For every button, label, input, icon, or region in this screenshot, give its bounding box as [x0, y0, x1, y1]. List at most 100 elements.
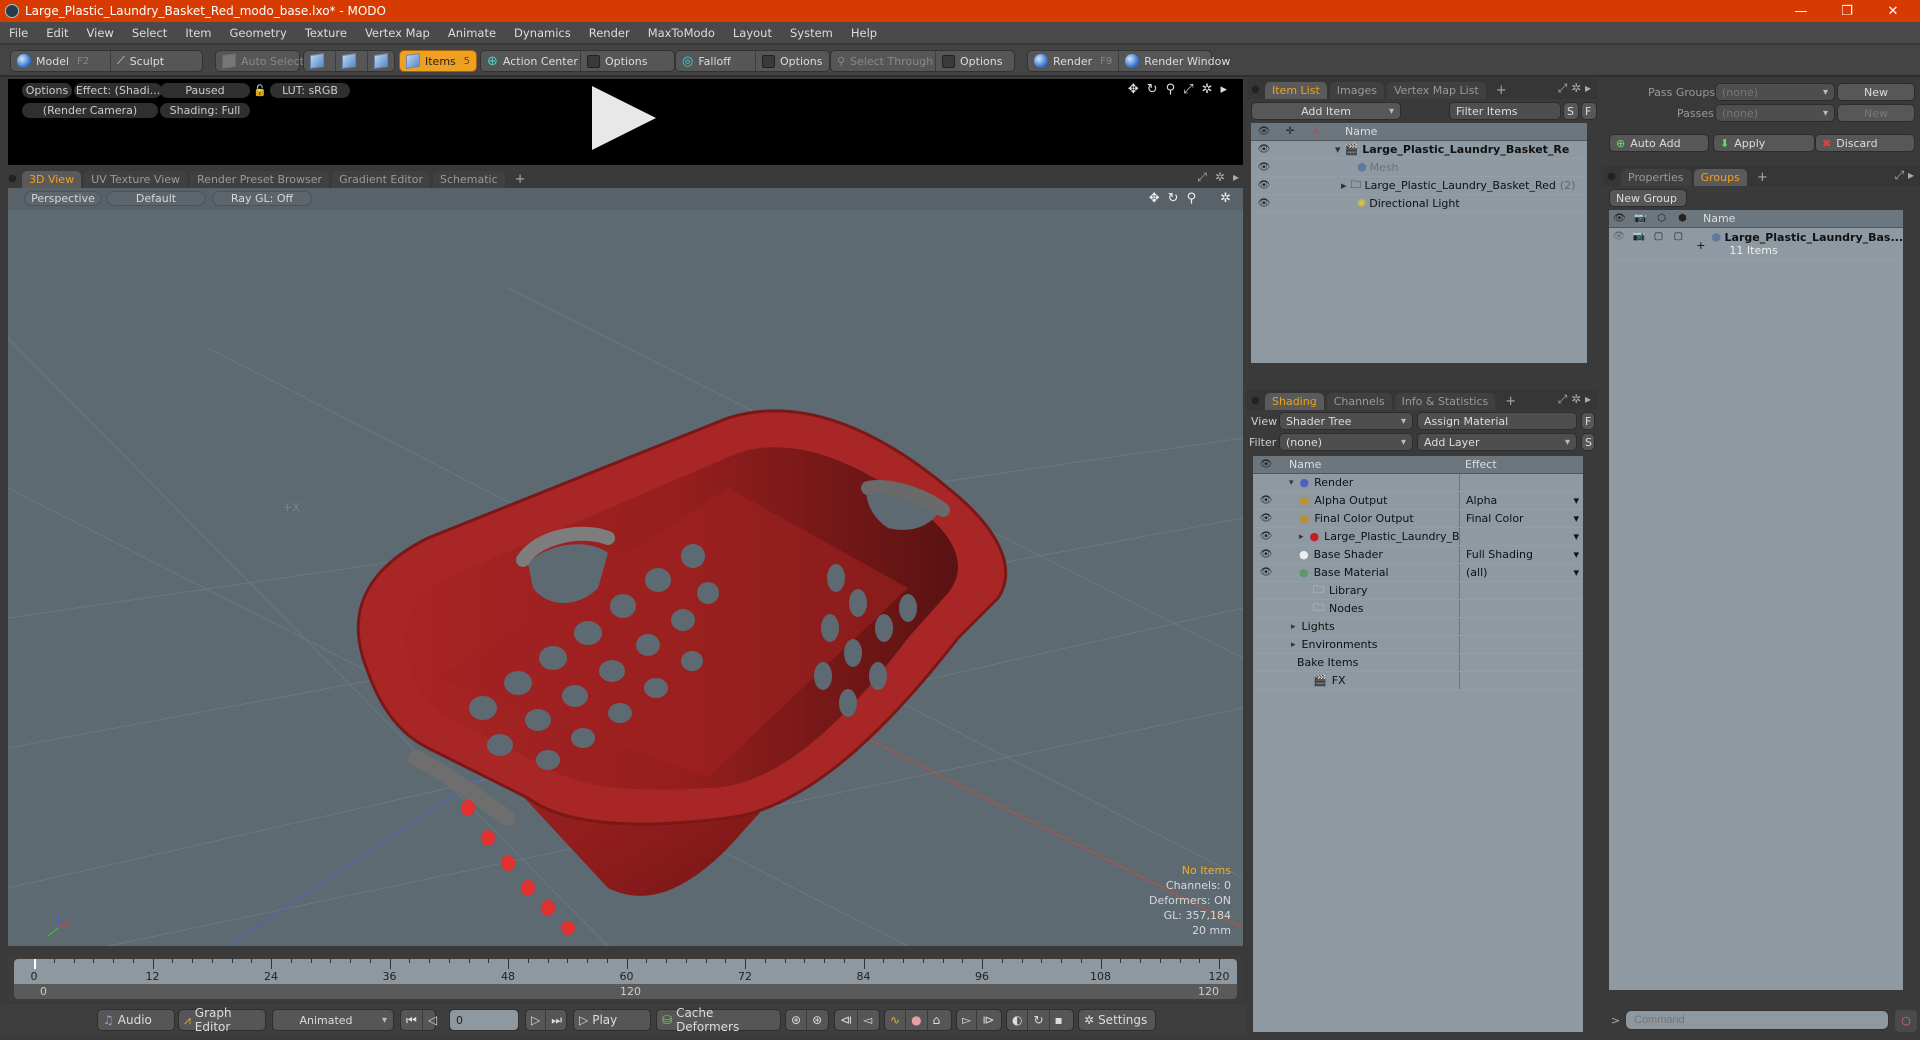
- timeline-range-bar[interactable]: 0 120 120: [14, 984, 1237, 999]
- preview-paused-button[interactable]: Paused: [160, 83, 250, 98]
- projection-dropdown[interactable]: Perspective: [24, 191, 102, 206]
- menu-file[interactable]: File: [0, 26, 37, 40]
- cache-deformers-button[interactable]: ⛁ Cache Deformers: [656, 1006, 781, 1034]
- shader-row[interactable]: 👁 ● Base Shader Full Shading ▾: [1253, 546, 1583, 564]
- apply-button[interactable]: ⬇ Apply: [1713, 134, 1815, 152]
- add-item-dropdown[interactable]: Add Item: [1251, 102, 1401, 120]
- preview-options-button[interactable]: Options: [22, 83, 72, 98]
- render-window-button[interactable]: Render Window: [1119, 51, 1236, 71]
- menu-texture[interactable]: Texture: [296, 26, 356, 40]
- next-keyframe-icon[interactable]: ⧐: [977, 1010, 999, 1030]
- tab-properties[interactable]: Properties: [1621, 169, 1691, 186]
- eye-icon[interactable]: 👁: [1253, 549, 1279, 560]
- lut-dropdown[interactable]: LUT: sRGB: [270, 83, 350, 98]
- collapse-arrow-icon[interactable]: ▾: [1289, 478, 1294, 488]
- new-pass-button[interactable]: New: [1837, 104, 1915, 122]
- tab-item-list[interactable]: Item List: [1265, 82, 1327, 99]
- chevron-down-icon[interactable]: ▾: [1573, 548, 1579, 561]
- animated-dropdown[interactable]: Animated: [272, 1009, 394, 1031]
- timeline-ruler[interactable]: 0 12 24 36 48 60 72 84 96 108 120: [14, 959, 1237, 984]
- zoom-icon[interactable]: ⚲: [1166, 82, 1176, 97]
- shader-row[interactable]: 🗀 Nodes: [1253, 600, 1583, 618]
- panel-controls-icon[interactable]: ⤢ ✲ ▸: [1558, 392, 1591, 407]
- falloff-button[interactable]: ◎ Falloff: [676, 51, 756, 71]
- menu-layout[interactable]: Layout: [724, 26, 781, 40]
- key-channels-icon[interactable]: ⌂: [928, 1010, 946, 1030]
- menu-vertex-map[interactable]: Vertex Map: [356, 26, 439, 40]
- tab-uv-texture-view[interactable]: UV Texture View: [84, 171, 188, 188]
- minimize-button[interactable]: —: [1778, 0, 1824, 22]
- pass-groups-dropdown[interactable]: (none): [1715, 83, 1835, 101]
- render-button[interactable]: Render F9: [1028, 51, 1120, 71]
- graph-editor-button[interactable]: ⩘ Graph Editor: [178, 1006, 266, 1034]
- menu-view[interactable]: View: [78, 26, 123, 40]
- prev-key-icon[interactable]: ◁: [423, 1010, 442, 1030]
- eye-icon[interactable]: 👁: [1609, 231, 1629, 242]
- record-macro-icon[interactable]: ○: [1895, 1010, 1917, 1032]
- collapse-arrow-icon[interactable]: ▾: [1335, 143, 1341, 156]
- eye-icon[interactable]: 👁: [1251, 198, 1277, 209]
- select-through-button[interactable]: ⚲ Select Through: [831, 51, 936, 71]
- raygl-dropdown[interactable]: Ray GL: Off: [212, 191, 312, 206]
- eye-icon[interactable]: 👁: [1251, 162, 1277, 173]
- sculpt-mode-button[interactable]: ⟋ Sculpt: [111, 51, 170, 71]
- maximize-icon[interactable]: ⤢: [1183, 82, 1193, 97]
- pan-icon[interactable]: ✥: [1149, 191, 1160, 206]
- expand-arrow-icon[interactable]: ▸: [1233, 170, 1239, 185]
- s-button[interactable]: S: [1563, 102, 1579, 120]
- current-frame-marker[interactable]: [34, 959, 36, 969]
- item-row[interactable]: 👁 ▾ 🎬 Large_Plastic_Laundry_Basket_Re: [1251, 141, 1587, 159]
- chevron-down-icon[interactable]: ▾: [1573, 512, 1579, 525]
- gear-icon[interactable]: ✲: [1215, 170, 1225, 185]
- last-frame-icon[interactable]: ⏭: [546, 1010, 567, 1030]
- group-row[interactable]: 👁 📷 ▢ ▢ + ⬢ Large_Plastic_Laundry_Bas...…: [1609, 228, 1903, 260]
- new-group-button[interactable]: New Group: [1609, 189, 1687, 207]
- vertices-mode-button[interactable]: [304, 51, 336, 71]
- prev-keyframe-icon[interactable]: ⧏: [835, 1010, 858, 1030]
- eye-icon[interactable]: 👁: [1251, 144, 1277, 155]
- items-mode-button[interactable]: Items 5: [399, 50, 477, 72]
- play-render-icon[interactable]: [592, 86, 656, 150]
- maximize-button[interactable]: ❐: [1824, 0, 1870, 22]
- tab-shading[interactable]: Shading: [1265, 393, 1324, 410]
- shader-row[interactable]: ▸ Lights: [1253, 618, 1583, 636]
- polygons-mode-button[interactable]: [368, 51, 400, 71]
- expand-arrow-icon[interactable]: ▸: [1220, 82, 1227, 97]
- key-loop-icon[interactable]: ↻: [1028, 1010, 1050, 1030]
- shader-row[interactable]: 👁 ▸ ● Large_Plastic_Laundry_Bas ... ▾: [1253, 528, 1583, 546]
- filter-dropdown[interactable]: (none): [1279, 433, 1413, 451]
- prev-frame-icon[interactable]: ◅: [858, 1010, 877, 1030]
- auto-add-button[interactable]: ⊕ Auto Add: [1609, 134, 1709, 152]
- key-delete-icon[interactable]: ▪: [1050, 1010, 1068, 1030]
- menu-animate[interactable]: Animate: [439, 26, 505, 40]
- discard-button[interactable]: ✖ Discard: [1815, 134, 1915, 152]
- lock-icon[interactable]: 🔓: [252, 83, 268, 98]
- chevron-down-icon[interactable]: ▾: [1573, 566, 1579, 579]
- shader-effect-cell[interactable]: (all) ▾: [1459, 564, 1583, 581]
- shader-row[interactable]: 👁 ▣ Final Color Output Final Color ▾: [1253, 510, 1583, 528]
- auto-key-down-icon[interactable]: ⊛: [807, 1010, 827, 1030]
- zoom-icon[interactable]: ⚲: [1187, 191, 1197, 206]
- eye-icon[interactable]: 👁: [1253, 495, 1279, 506]
- shader-row[interactable]: Bake Items: [1253, 654, 1583, 672]
- shader-row[interactable]: 🗀 Library: [1253, 582, 1583, 600]
- render-toggle-icon[interactable]: 📷: [1629, 231, 1649, 242]
- rotate-icon[interactable]: ↻: [1168, 191, 1179, 206]
- shader-effect-cell[interactable]: Alpha ▾: [1459, 492, 1583, 509]
- shader-effect-cell[interactable]: Final Color ▾: [1459, 510, 1583, 527]
- chevron-down-icon[interactable]: ▾: [1573, 530, 1579, 543]
- menu-help[interactable]: Help: [842, 26, 886, 40]
- chevron-down-icon[interactable]: ▾: [1573, 494, 1579, 507]
- menu-geometry[interactable]: Geometry: [221, 26, 296, 40]
- add-layer-dropdown[interactable]: Add Layer: [1417, 433, 1577, 451]
- tab-channels[interactable]: Channels: [1326, 393, 1392, 410]
- tab-images[interactable]: Images: [1329, 82, 1384, 99]
- eye-icon[interactable]: 👁: [1253, 531, 1279, 542]
- settings-button[interactable]: ✲ Settings: [1078, 1009, 1156, 1031]
- expand-plus-icon[interactable]: +: [1696, 239, 1705, 252]
- record-icon[interactable]: ●: [906, 1010, 928, 1030]
- f-button[interactable]: F: [1581, 102, 1597, 120]
- shader-row[interactable]: 🎬 FX: [1253, 672, 1583, 690]
- tab-3d-view[interactable]: 3D View: [22, 171, 82, 188]
- lock-toggle-icon[interactable]: ▢: [1649, 231, 1669, 242]
